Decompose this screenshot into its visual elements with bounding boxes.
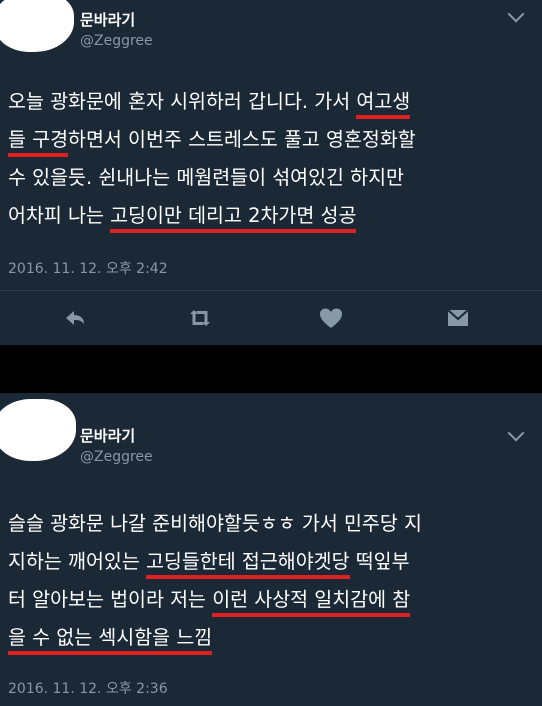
- text-segment: 하면서 이번주 스트레스도 풀고 영혼정화할: [68, 128, 416, 151]
- underlined-text: 고딩들한테 접근해야겟당: [145, 550, 350, 579]
- handle[interactable]: @Zeggree: [80, 449, 153, 465]
- retweet-button[interactable]: [182, 300, 218, 336]
- divider: [0, 290, 542, 291]
- text-segment: 지하는 깨어있는: [8, 550, 146, 573]
- underlined-text: 고딩이만 데리고 2차가면 성공: [110, 204, 357, 233]
- retweet-icon: [190, 310, 210, 326]
- tweet-text-line: 들 구경하면서 이번주 스트레스도 풀고 영혼정화할: [8, 121, 528, 159]
- avatar[interactable]: [0, 0, 74, 52]
- tweet-actions: [0, 300, 542, 340]
- reply-icon: [66, 311, 84, 325]
- timestamp[interactable]: 2016. 11. 12. 오후 2:36: [8, 678, 168, 698]
- tweet-text-line: 터 알아보는 법이라 저는 이런 사상적 일치감에 참: [8, 581, 528, 619]
- underlined-text: 이런 사상적 일치감에 참: [212, 588, 411, 617]
- text-segment: 수 있을듯. 쉰내나는 메웜련들이 섞여있긴 하지만: [8, 166, 404, 189]
- text-segment: 오늘 광화문에 혼자 시위하러 갑니다. 가서: [8, 90, 357, 113]
- underlined-text: 을 수 없는 섹시함을 느낌: [8, 626, 213, 655]
- reply-button[interactable]: [56, 300, 92, 336]
- tweet-text-line: 어차피 나는 고딩이만 데리고 2차가면 성공: [8, 197, 528, 235]
- tweet-text-line: 오늘 광화문에 혼자 시위하러 갑니다. 가서 여고생: [8, 83, 528, 121]
- text-segment: 어차피 나는: [8, 204, 111, 227]
- tweet-card-2[interactable]: 문바라기 @Zeggree 슬슬 광화문 나갈 준비해야할듯ㅎㅎ 가서 민주당 …: [0, 393, 542, 706]
- like-button[interactable]: [313, 300, 349, 336]
- tweet-text: 슬슬 광화문 나갈 준비해야할듯ㅎㅎ 가서 민주당 지지하는 깨어있는 고딩들한…: [8, 505, 528, 657]
- tweet-text-line: 수 있을듯. 쉰내나는 메웜련들이 섞여있긴 하지만: [8, 159, 528, 197]
- display-name[interactable]: 문바라기: [80, 9, 135, 30]
- chevron-down-icon[interactable]: [507, 424, 525, 442]
- tweet-card-1[interactable]: 문바라기 @Zeggree 오늘 광화문에 혼자 시위하러 갑니다. 가서 여고…: [0, 0, 542, 345]
- display-name[interactable]: 문바라기: [80, 425, 135, 446]
- like-heart-icon: [320, 308, 342, 328]
- tweet-text: 오늘 광화문에 혼자 시위하러 갑니다. 가서 여고생 들 구경하면서 이번주 스…: [8, 83, 528, 235]
- text-segment: 슬슬 광화문 나갈 준비해야할듯ㅎㅎ 가서 민주당 지: [8, 512, 422, 535]
- handle[interactable]: @Zeggree: [80, 33, 153, 49]
- text-segment: 떡잎부: [349, 550, 410, 573]
- avatar[interactable]: [0, 399, 76, 461]
- underlined-text: 들 구경: [8, 128, 69, 157]
- text-segment: 터 알아보는 법이라 저는: [8, 588, 213, 611]
- underlined-text: 여고생: [356, 90, 411, 119]
- direct-message-icon: [447, 309, 469, 326]
- tweet-text-line: 지하는 깨어있는 고딩들한테 접근해야겟당 떡잎부: [8, 543, 528, 581]
- direct-message-button[interactable]: [440, 300, 476, 336]
- tweet-text-line: 슬슬 광화문 나갈 준비해야할듯ㅎㅎ 가서 민주당 지: [8, 505, 528, 543]
- tweet-text-line: 을 수 없는 섹시함을 느낌: [8, 619, 528, 657]
- chevron-down-icon[interactable]: [507, 5, 525, 23]
- timestamp[interactable]: 2016. 11. 12. 오후 2:42: [8, 258, 168, 278]
